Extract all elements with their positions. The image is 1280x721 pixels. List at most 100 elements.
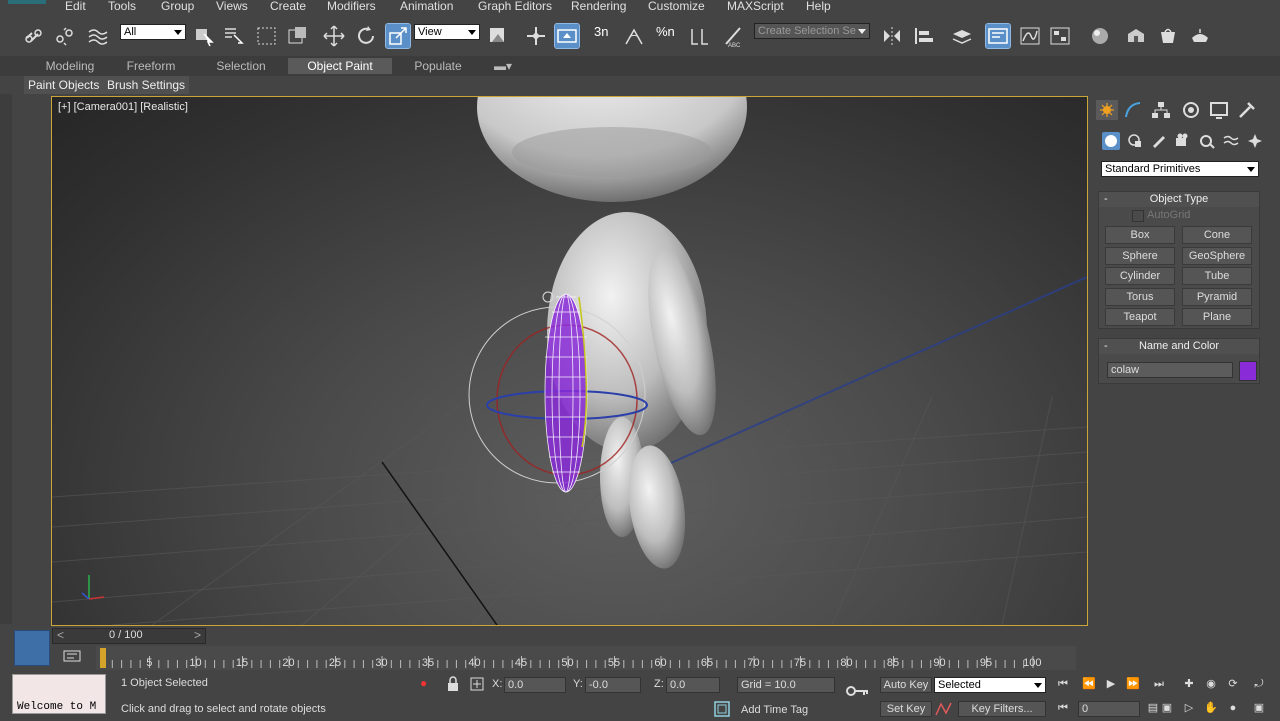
named-selection-set-dropdown[interactable]: Create Selection Se (754, 23, 870, 39)
camera-viewport[interactable]: [+] [Camera001] [Realistic] (51, 96, 1088, 626)
rectangular-selection-icon[interactable] (255, 24, 279, 48)
menu-modifiers[interactable]: Modifiers (327, 0, 376, 13)
align-icon[interactable] (912, 24, 936, 48)
tab-selection[interactable]: Selection (208, 58, 274, 74)
edit-named-selection-icon[interactable]: ABC (722, 24, 746, 49)
time-slider-next-icon[interactable]: > (194, 628, 201, 642)
time-tag-icon[interactable] (713, 700, 731, 718)
primitive-type-dropdown[interactable]: Standard Primitives (1101, 161, 1259, 177)
scene-explorer-icon[interactable] (985, 23, 1011, 49)
modify-tab-icon[interactable] (1122, 100, 1144, 120)
utilities-tab-icon[interactable] (1236, 100, 1258, 120)
geosphere-button[interactable]: GeoSphere (1182, 247, 1252, 265)
autogrid-checkbox[interactable] (1132, 210, 1144, 222)
percent-snap-icon[interactable]: %n (654, 24, 678, 48)
name-and-color-header[interactable]: - Name and Color (1099, 339, 1259, 354)
menu-animation[interactable]: Animation (400, 0, 453, 13)
geometry-category-icon[interactable] (1102, 132, 1120, 150)
tab-populate[interactable]: Populate (406, 58, 470, 74)
bind-spacewarp-icon[interactable] (86, 24, 110, 48)
menu-help[interactable]: Help (806, 0, 831, 13)
cone-button[interactable]: Cone (1182, 226, 1252, 244)
render-setup-icon[interactable] (1124, 24, 1148, 48)
zoom-extents-icon[interactable]: ⤾ (1250, 676, 1268, 692)
motion-tab-icon[interactable] (1180, 100, 1202, 120)
hierarchy-tab-icon[interactable] (1150, 100, 1172, 120)
viewport-play-arrow[interactable] (0, 600, 12, 626)
isolate-selection-icon[interactable]: ● (420, 676, 434, 692)
maxscript-listener[interactable]: Welcome to M (12, 674, 106, 714)
time-slider-prev-icon[interactable]: < (57, 628, 64, 642)
rendered-frame-window-icon[interactable] (1156, 24, 1180, 48)
track-bar-toggle-icon[interactable] (62, 648, 82, 664)
object-type-header[interactable]: - Object Type (1099, 192, 1259, 207)
schematic-view-icon[interactable] (1048, 24, 1072, 48)
mirror-icon[interactable] (880, 24, 904, 48)
x-coordinate-field[interactable]: 0.0 (504, 677, 566, 693)
go-to-end-icon[interactable]: ⏭ (1150, 676, 1168, 692)
lights-category-icon[interactable] (1150, 132, 1168, 150)
previous-frame-icon[interactable]: ⏪ (1080, 676, 1098, 692)
menu-customize[interactable]: Customize (648, 0, 705, 13)
key-filters-button[interactable]: Key Filters... (958, 701, 1046, 717)
tube-button[interactable]: Tube (1182, 267, 1252, 285)
absolute-mode-icon[interactable] (470, 676, 484, 692)
ribbon-options-icon[interactable]: ▬▾ (488, 58, 518, 74)
object-color-swatch[interactable] (1239, 361, 1257, 381)
snaps-toggle-icon[interactable]: 3n (592, 24, 616, 48)
select-object-icon[interactable] (192, 24, 216, 48)
link-icon[interactable] (22, 24, 46, 48)
select-by-name-icon[interactable] (222, 24, 246, 48)
pyramid-button[interactable]: Pyramid (1182, 288, 1252, 306)
menu-tools[interactable]: Tools (108, 0, 136, 13)
auto-key-button[interactable]: Auto Key (880, 677, 932, 693)
key-curve-icon[interactable] (934, 700, 954, 718)
display-tab-icon[interactable] (1208, 100, 1230, 120)
create-tab-icon[interactable] (1096, 100, 1118, 120)
menu-edit[interactable]: Edit (65, 0, 86, 13)
spinner-snap-icon[interactable] (688, 24, 712, 48)
window-crossing-icon[interactable] (286, 24, 310, 48)
box-button[interactable]: Box (1105, 226, 1175, 244)
add-time-tag[interactable]: Add Time Tag (741, 704, 808, 716)
pivot-center-icon[interactable] (486, 24, 510, 48)
current-frame-field[interactable]: 0 (1078, 701, 1140, 717)
field-of-view-icon[interactable]: ▷ (1180, 700, 1198, 716)
set-key-mode-icon[interactable] (846, 684, 870, 698)
pan-hand-icon[interactable]: ✋ (1202, 700, 1220, 716)
app-logo[interactable] (8, 0, 46, 4)
keyboard-shortcut-override-icon[interactable] (554, 23, 580, 49)
material-editor-icon[interactable] (1088, 24, 1112, 48)
cylinder-button[interactable]: Cylinder (1105, 267, 1175, 285)
sphere-button[interactable]: Sphere (1105, 247, 1175, 265)
next-frame-icon[interactable]: ⏩ (1124, 676, 1142, 692)
key-mode-dropdown[interactable]: Selected (934, 677, 1046, 693)
spacewarps-category-icon[interactable] (1222, 132, 1240, 150)
viewport-label[interactable]: [+] [Camera001] [Realistic] (58, 101, 188, 113)
panel-brush-settings[interactable]: Brush Settings (103, 76, 190, 94)
selection-filter-dropdown[interactable]: All (120, 24, 186, 40)
play-icon[interactable]: ▶ (1102, 676, 1120, 692)
tab-modeling[interactable]: Modeling (38, 58, 102, 74)
key-mode-toggle-icon[interactable]: ⏮ (1054, 700, 1072, 716)
menu-maxscript[interactable]: MAXScript (727, 0, 784, 13)
zoom-icon[interactable]: ✚ (1180, 676, 1198, 692)
render-production-icon[interactable] (1188, 24, 1212, 48)
z-coordinate-field[interactable]: 0.0 (666, 677, 720, 693)
reference-coordinate-dropdown[interactable]: View (414, 24, 480, 40)
helpers-category-icon[interactable] (1198, 132, 1216, 150)
walk-through-icon[interactable]: ● (1224, 700, 1242, 716)
shapes-category-icon[interactable] (1126, 132, 1144, 150)
torus-button[interactable]: Torus (1105, 288, 1175, 306)
rotate-icon[interactable] (354, 24, 378, 48)
curve-editor-icon[interactable] (1018, 24, 1042, 48)
orbit-icon[interactable]: ⟳ (1224, 676, 1242, 692)
maximize-viewport-icon[interactable]: ▣ (1250, 700, 1268, 716)
menu-rendering[interactable]: Rendering (571, 0, 626, 13)
mini-listener-button[interactable] (14, 630, 50, 666)
scale-icon[interactable] (385, 23, 411, 49)
set-key-button[interactable]: Set Key (880, 701, 932, 717)
time-slider[interactable]: < 0 / 100 > (52, 628, 206, 644)
teapot-button[interactable]: Teapot (1105, 308, 1175, 326)
zoom-extents-selected-icon[interactable]: ▣ (1158, 700, 1176, 716)
